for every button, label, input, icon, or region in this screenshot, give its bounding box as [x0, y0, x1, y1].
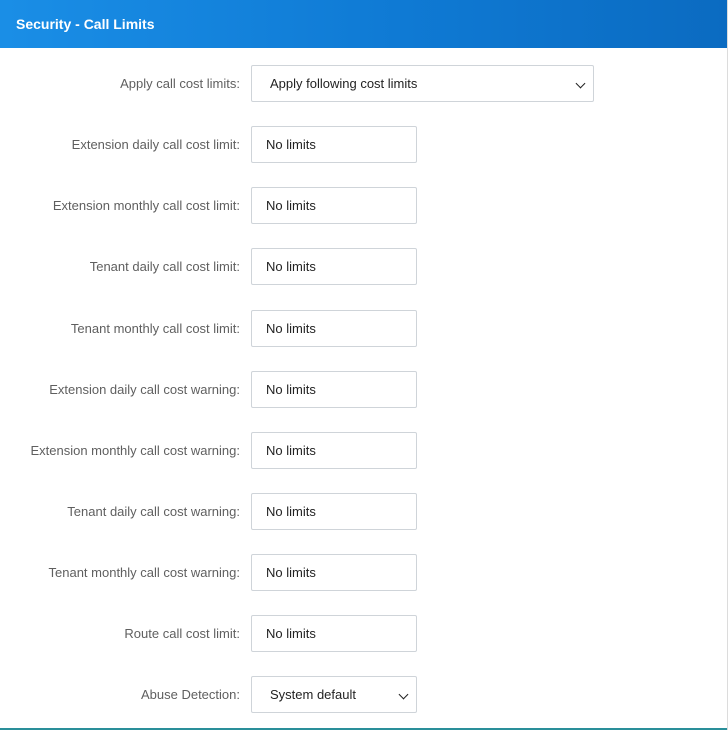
row-tenant-daily-limit: Tenant daily call cost limit: — [0, 248, 727, 285]
tenant-monthly-limit-label: Tenant monthly call cost limit: — [70, 321, 240, 336]
abuse-detection-label: Abuse Detection: — [140, 687, 240, 702]
extension-daily-limit-label: Extension daily call cost limit: — [71, 137, 240, 152]
tenant-monthly-limit-input[interactable] — [251, 310, 417, 347]
row-tenant-monthly-warning: Tenant monthly call cost warning: — [0, 554, 727, 591]
extension-daily-warning-label: Extension daily call cost warning: — [49, 382, 240, 397]
tenant-monthly-warning-label: Tenant monthly call cost warning: — [48, 565, 240, 580]
row-apply-call-cost-limits: Apply call cost limits: Apply following … — [0, 65, 727, 102]
abuse-detection-value: System default — [270, 687, 356, 702]
row-extension-daily-warning: Extension daily call cost warning: — [0, 371, 727, 408]
tenant-daily-warning-label: Tenant daily call cost warning: — [67, 504, 240, 519]
row-abuse-detection: Abuse Detection: System default — [0, 676, 727, 713]
chevron-down-icon — [575, 78, 586, 89]
apply-call-cost-limits-label: Apply call cost limits: — [120, 76, 240, 91]
extension-monthly-limit-label: Extension monthly call cost limit: — [52, 198, 240, 213]
row-extension-daily-limit: Extension daily call cost limit: — [0, 126, 727, 163]
extension-daily-warning-input[interactable] — [251, 371, 417, 408]
abuse-detection-select[interactable]: System default — [251, 676, 417, 713]
call-limits-panel: Security - Call Limits Apply call cost l… — [0, 0, 728, 730]
tenant-monthly-warning-input[interactable] — [251, 554, 417, 591]
row-extension-monthly-warning: Extension monthly call cost warning: — [0, 432, 727, 469]
panel-header: Security - Call Limits — [0, 0, 727, 48]
route-limit-label: Route call cost limit: — [124, 626, 240, 641]
apply-call-cost-limits-value: Apply following cost limits — [270, 76, 418, 91]
chevron-down-icon — [398, 689, 409, 700]
tenant-daily-limit-label: Tenant daily call cost limit: — [89, 259, 240, 274]
extension-monthly-warning-label: Extension monthly call cost warning: — [30, 443, 240, 458]
row-route-limit: Route call cost limit: — [0, 615, 727, 652]
panel-title: Security - Call Limits — [16, 16, 155, 32]
extension-monthly-warning-input[interactable] — [251, 432, 417, 469]
tenant-daily-limit-input[interactable] — [251, 248, 417, 285]
extension-monthly-limit-input[interactable] — [251, 187, 417, 224]
row-tenant-daily-warning: Tenant daily call cost warning: — [0, 493, 727, 530]
tenant-daily-warning-input[interactable] — [251, 493, 417, 530]
apply-call-cost-limits-select[interactable]: Apply following cost limits — [251, 65, 594, 102]
route-limit-input[interactable] — [251, 615, 417, 652]
row-tenant-monthly-limit: Tenant monthly call cost limit: — [0, 310, 727, 347]
row-extension-monthly-limit: Extension monthly call cost limit: — [0, 187, 727, 224]
extension-daily-limit-input[interactable] — [251, 126, 417, 163]
